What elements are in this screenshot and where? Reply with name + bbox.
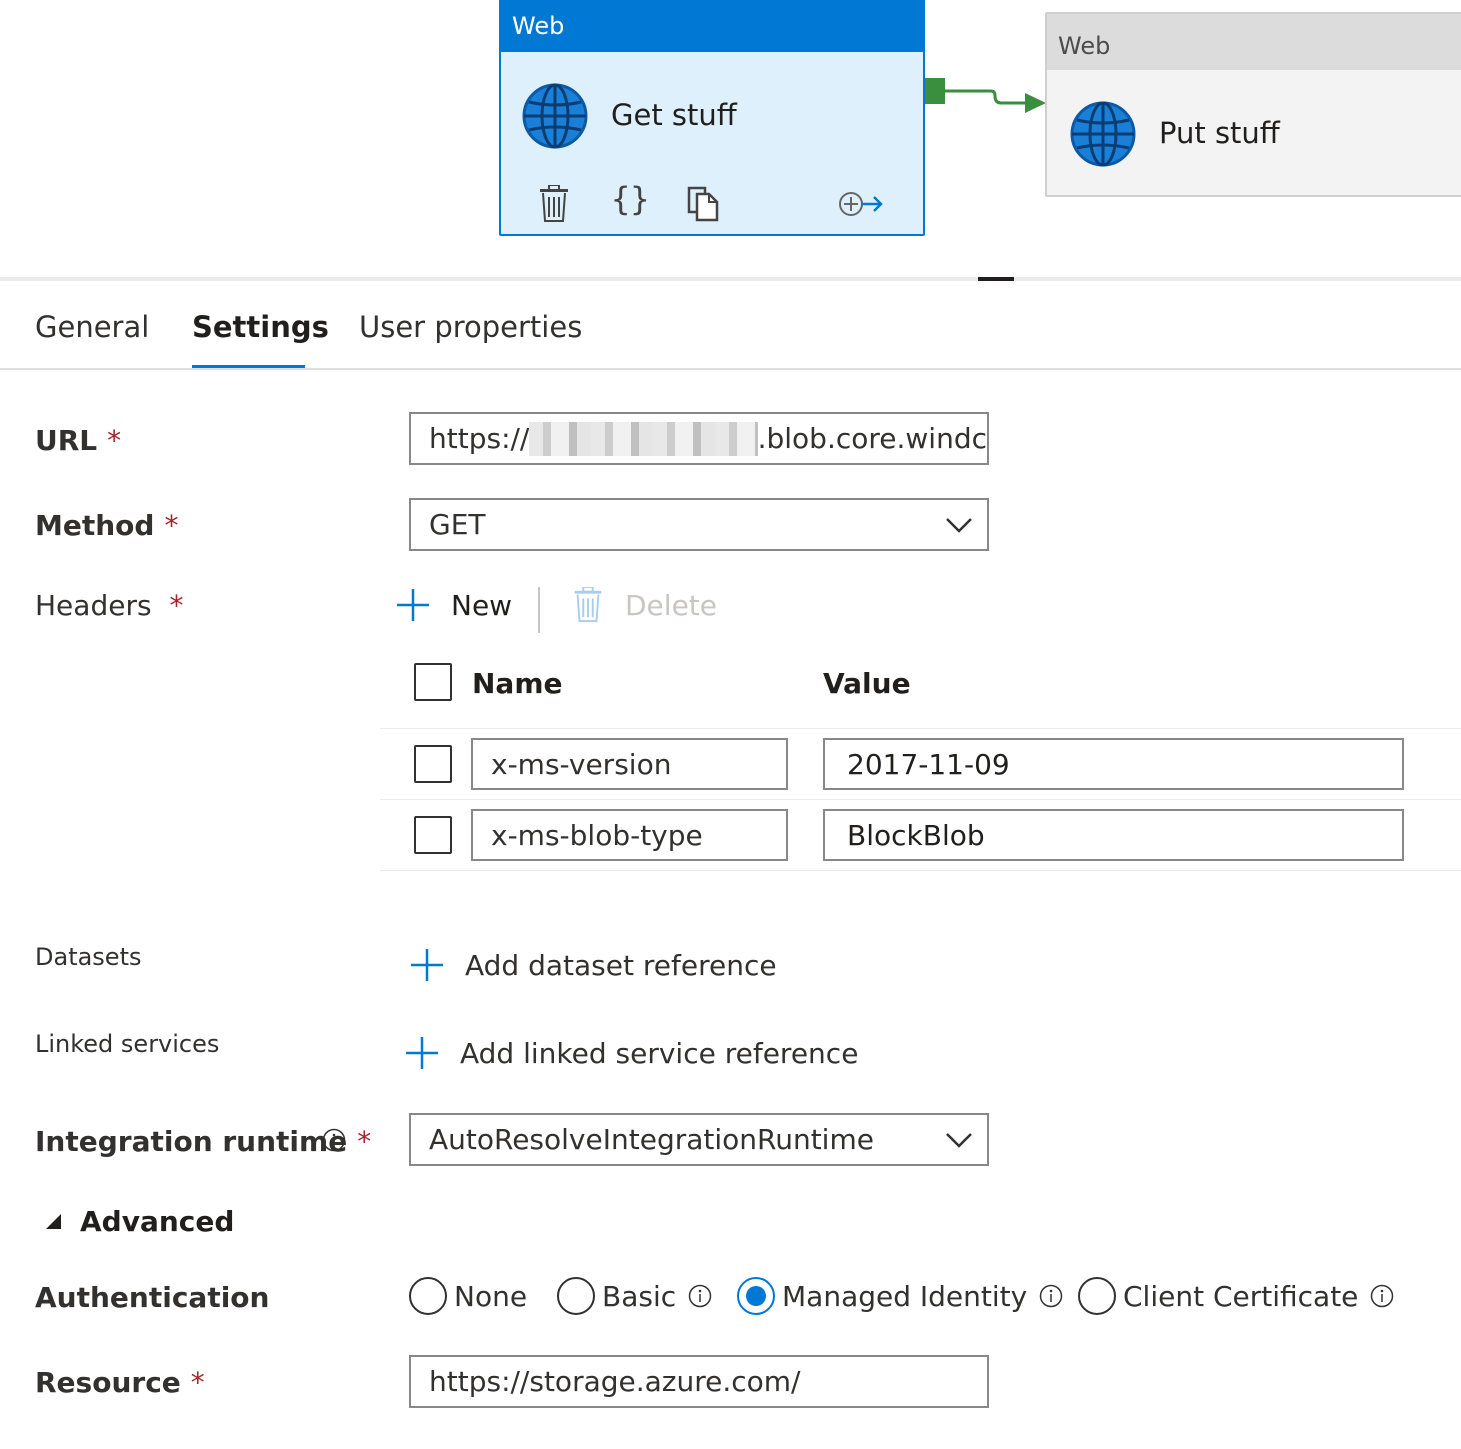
- linked-services-label: Linked services: [35, 1030, 220, 1058]
- resource-input[interactable]: https://storage.azure.com/: [409, 1355, 989, 1408]
- row-divider: [380, 799, 1461, 800]
- auth-option-label: Basic: [602, 1279, 677, 1313]
- url-input[interactable]: https:// .blob.core.windc: [409, 412, 989, 465]
- activity-name: Put stuff: [1159, 116, 1280, 150]
- tab-settings[interactable]: Settings: [192, 310, 329, 344]
- info-icon[interactable]: [322, 1128, 346, 1152]
- header-value-text: 2017-11-09: [847, 747, 1010, 781]
- auth-option-none[interactable]: None: [409, 1277, 527, 1315]
- copy-icon[interactable]: [687, 186, 721, 222]
- header-name-input[interactable]: x-ms-blob-type: [471, 809, 788, 861]
- delete-icon: [574, 587, 602, 623]
- required-mark: *: [190, 1366, 205, 1399]
- delete-icon[interactable]: [539, 185, 569, 223]
- table-header-divider: [380, 728, 1461, 729]
- authentication-label: Authentication: [35, 1281, 270, 1314]
- delete-header-label: Delete: [625, 588, 717, 622]
- url-value-prefix: https://: [429, 422, 530, 455]
- column-header-value: Value: [823, 667, 911, 700]
- radio-button-selected[interactable]: [737, 1277, 775, 1315]
- row-checkbox[interactable]: [414, 816, 452, 854]
- tab-divider: [0, 368, 1461, 370]
- info-icon[interactable]: [1370, 1284, 1394, 1308]
- info-icon[interactable]: [1039, 1284, 1063, 1308]
- select-all-checkbox[interactable]: [414, 663, 452, 701]
- new-header-button[interactable]: New: [396, 586, 512, 624]
- integration-runtime-value: AutoResolveIntegrationRuntime: [429, 1123, 874, 1156]
- auth-option-label: Managed Identity: [782, 1279, 1028, 1313]
- add-linked-service-reference-label: Add linked service reference: [460, 1036, 859, 1070]
- chevron-down-icon: [946, 517, 972, 533]
- method-label: Method *: [35, 509, 178, 542]
- auth-option-label: Client Certificate: [1123, 1279, 1359, 1313]
- splitter-handle[interactable]: [978, 277, 1014, 281]
- globe-icon: [522, 83, 588, 149]
- redacted-text: [529, 421, 758, 456]
- panel-splitter[interactable]: [0, 277, 1461, 281]
- headers-label: Headers *: [35, 589, 184, 622]
- new-header-label: New: [451, 588, 513, 622]
- url-label-text: URL: [35, 424, 98, 457]
- add-output-icon[interactable]: [837, 190, 885, 218]
- headers-label-text: Headers: [35, 589, 152, 622]
- globe-icon: [1070, 101, 1136, 167]
- plus-icon: [406, 1037, 438, 1069]
- auth-option-basic[interactable]: Basic: [557, 1277, 712, 1315]
- advanced-label: Advanced: [80, 1204, 235, 1238]
- activity-name: Get stuff: [611, 98, 737, 132]
- resource-label: Resource *: [35, 1366, 205, 1399]
- info-icon[interactable]: [688, 1284, 712, 1308]
- header-value-input[interactable]: 2017-11-09: [823, 738, 1404, 790]
- activity-put-stuff[interactable]: Web Put stuff: [1045, 12, 1461, 197]
- required-mark: *: [107, 424, 122, 457]
- activity-type-label: Web: [1047, 14, 1461, 70]
- auth-option-client-certificate[interactable]: Client Certificate: [1078, 1277, 1394, 1315]
- plus-icon: [397, 589, 429, 621]
- resource-label-text: Resource: [35, 1366, 181, 1399]
- command-separator: [538, 587, 540, 633]
- activity-type-label: Web: [501, 0, 923, 52]
- header-value-input[interactable]: BlockBlob: [823, 809, 1404, 861]
- resource-value: https://storage.azure.com/: [429, 1365, 801, 1398]
- chevron-down-icon: [946, 1132, 972, 1148]
- header-name-input[interactable]: x-ms-version: [471, 738, 788, 790]
- advanced-toggle[interactable]: Advanced: [44, 1202, 234, 1240]
- required-mark: *: [169, 589, 184, 622]
- url-value-suffix: .blob.core.windc: [757, 422, 987, 455]
- add-dataset-reference-label: Add dataset reference: [465, 948, 777, 982]
- auth-option-label: None: [454, 1279, 528, 1313]
- required-mark: *: [164, 509, 179, 542]
- method-value: GET: [429, 508, 486, 541]
- radio-button[interactable]: [409, 1277, 447, 1315]
- add-linked-service-reference-button[interactable]: Add linked service reference: [405, 1034, 858, 1072]
- integration-runtime-label: Integration runtime *: [35, 1125, 371, 1158]
- integration-runtime-dropdown[interactable]: AutoResolveIntegrationRuntime: [409, 1113, 989, 1166]
- delete-header-button[interactable]: Delete: [573, 586, 717, 624]
- caret-expanded-icon: [46, 1214, 61, 1229]
- tab-user-properties[interactable]: User properties: [359, 310, 582, 344]
- add-dataset-reference-button[interactable]: Add dataset reference: [410, 946, 777, 984]
- integration-runtime-label-text: Integration runtime: [35, 1125, 348, 1158]
- datasets-label: Datasets: [35, 943, 142, 971]
- plus-icon: [411, 949, 443, 981]
- column-header-name: Name: [472, 667, 563, 700]
- success-connector[interactable]: [925, 74, 1050, 120]
- radio-button[interactable]: [557, 1277, 595, 1315]
- url-label: URL *: [35, 424, 121, 457]
- pipeline-canvas: Web Get stuff {} Web Put stuff: [0, 0, 1461, 280]
- radio-button[interactable]: [1078, 1277, 1116, 1315]
- activity-get-stuff[interactable]: Web Get stuff {}: [499, 0, 925, 236]
- header-name-value: x-ms-version: [491, 747, 672, 781]
- row-checkbox[interactable]: [414, 745, 452, 783]
- tab-general[interactable]: General: [35, 310, 149, 344]
- auth-option-managed-identity[interactable]: Managed Identity: [737, 1277, 1063, 1315]
- header-name-value: x-ms-blob-type: [491, 818, 703, 852]
- method-label-text: Method: [35, 509, 155, 542]
- header-value-text: BlockBlob: [847, 818, 985, 852]
- method-dropdown[interactable]: GET: [409, 498, 989, 551]
- required-mark: *: [357, 1125, 372, 1158]
- row-divider: [380, 870, 1461, 871]
- code-braces-icon[interactable]: {}: [611, 180, 650, 218]
